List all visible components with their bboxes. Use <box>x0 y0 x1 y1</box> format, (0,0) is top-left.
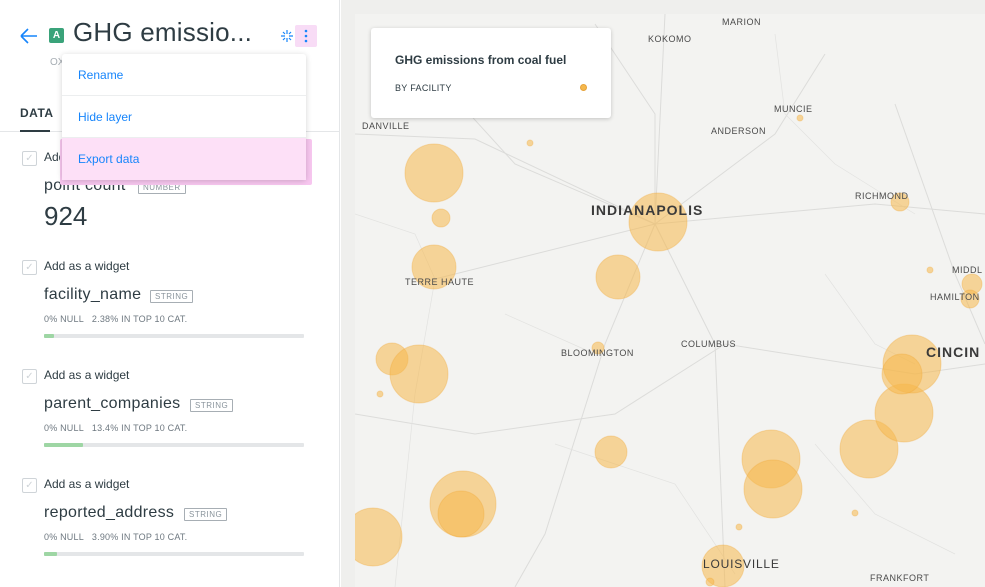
add-widget-checkbox[interactable]: ✓ <box>22 260 37 275</box>
city-label: HAMILTON <box>930 292 980 302</box>
add-widget-checkbox[interactable]: ✓ <box>22 369 37 384</box>
add-widget-label[interactable]: Add as a widget <box>44 259 129 273</box>
city-label: ANDERSON <box>711 126 767 136</box>
city-label: KOKOMO <box>648 34 692 44</box>
layer-letter-badge: A <box>49 28 64 43</box>
city-label: INDIANAPOLIS <box>591 202 704 218</box>
field-type-tag: STRING <box>150 290 194 303</box>
legend-dot-icon <box>580 84 587 91</box>
city-label: TERRE HAUTE <box>405 277 475 287</box>
field-type-tag: STRING <box>190 399 234 412</box>
menu-item-export-data[interactable]: Export data <box>62 138 306 180</box>
city-label: MIDDL <box>952 265 983 275</box>
top-cat-bar <box>44 552 304 556</box>
back-arrow-icon[interactable] <box>18 26 40 46</box>
point-count-value: 924 <box>44 201 88 231</box>
tab-data[interactable]: DATA <box>20 106 54 120</box>
city-label: DANVILLE <box>362 121 410 131</box>
tab-active-underline <box>20 130 50 132</box>
top-cat-bar <box>44 334 304 338</box>
field-type-tag: STRING <box>184 508 228 521</box>
legend-title: GHG emissions from coal fuel <box>395 53 567 67</box>
city-label: LOUISVILLE <box>703 557 780 571</box>
city-label: CINCIN <box>926 344 981 360</box>
top-cat-bar <box>44 443 304 447</box>
city-label: FRANKFORT <box>870 573 930 583</box>
field-stats: 0% NULL 2.38% IN TOP 10 CAT. <box>44 314 188 324</box>
field-name: parent_companies <box>44 395 181 412</box>
city-label: MARION <box>722 17 761 27</box>
city-label: MUNCIE <box>774 104 813 114</box>
add-widget-label[interactable]: Add as a widget <box>44 368 129 382</box>
field-stats: 0% NULL 3.90% IN TOP 10 CAT. <box>44 532 188 542</box>
menu-item-rename[interactable]: Rename <box>62 54 306 96</box>
city-label: COLUMBUS <box>681 339 737 349</box>
top-cat-bar-fill <box>44 552 57 556</box>
emission-bubbles <box>355 114 983 587</box>
add-widget-checkbox[interactable]: ✓ <box>22 151 37 166</box>
layer-title[interactable]: GHG emissio... <box>73 17 252 48</box>
city-label: BLOOMINGTON <box>561 348 634 358</box>
field-name: facility_name <box>44 286 142 303</box>
field-stats: 0% NULL 13.4% IN TOP 10 CAT. <box>44 423 188 433</box>
map-legend: GHG emissions from coal fuel BY FACILITY <box>371 28 611 118</box>
layer-panel: A GHG emissio... OX DATA ✓ Add as a widg… <box>0 0 340 587</box>
top-cat-bar-fill <box>44 334 55 338</box>
more-options-icon[interactable] <box>295 25 317 47</box>
field-name: reported_address <box>44 504 175 521</box>
legend-subtitle: BY FACILITY <box>395 83 452 93</box>
top-cat-bar-fill <box>44 443 83 447</box>
add-widget-checkbox[interactable]: ✓ <box>22 478 37 493</box>
add-widget-label[interactable]: Add as a widget <box>44 477 129 491</box>
layer-options-menu: Rename Hide layer Export data <box>62 54 306 180</box>
city-label: RICHMOND <box>855 191 909 201</box>
map-view[interactable]: MARION KOKOMO MUNCIE ANDERSON DANVILLE I… <box>341 0 985 587</box>
menu-item-hide-layer[interactable]: Hide layer <box>62 96 306 138</box>
